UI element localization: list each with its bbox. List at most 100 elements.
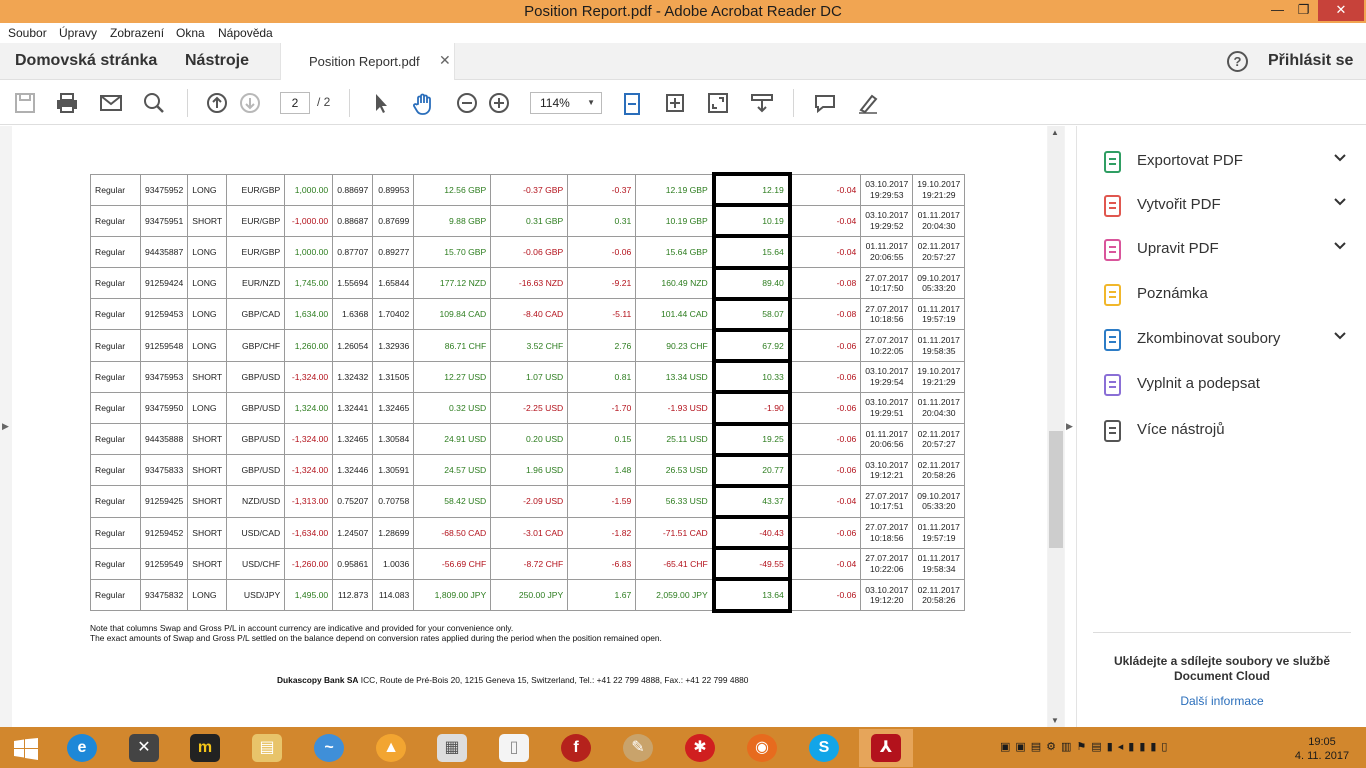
cell-amount: 1,260.00 (284, 329, 334, 362)
cell-comm: -0.06 (789, 329, 862, 362)
system-tray[interactable]: ▣▣▤⚙▥⚑▤▮◂▮▮▮▯ (1000, 740, 1172, 753)
taskbar-app11[interactable]: ✱ (673, 729, 727, 767)
tools-panel: Exportovat PDF Vytvořit PDF Upravit PDF Poz… (1076, 126, 1366, 727)
taskbar-app5[interactable]: ~ (302, 729, 356, 767)
taskbar-calculator[interactable]: ▦ (425, 729, 479, 767)
comment-tool-icon[interactable] (814, 92, 836, 114)
save-icon[interactable] (14, 92, 36, 114)
menu-napoveda[interactable]: Nápověda (218, 26, 273, 40)
scroll-down-icon[interactable]: ▼ (1051, 716, 1059, 725)
taskbar-clock[interactable]: 19:05 4. 11. 2017 (1292, 735, 1352, 763)
cell-comm: -0.06 (789, 391, 862, 425)
chevron-down-icon[interactable] (1333, 239, 1347, 256)
cell-swap: 3.52 CHF (490, 329, 569, 362)
tab-tools[interactable]: Nástroje (185, 52, 249, 70)
taskbar-skype[interactable]: S (797, 729, 851, 767)
collapse-right-panel-icon[interactable]: ▶ (1066, 421, 1073, 432)
minimize-button[interactable]: — (1264, 0, 1291, 21)
tool-item-vytvořit-pdf[interactable]: Vytvořit PDF (1101, 193, 1351, 219)
tool-item-vyplnit-a-podepsat[interactable]: Vyplnit a podepsat (1101, 372, 1351, 398)
tool-item-poznámka[interactable]: Poznámka (1101, 282, 1351, 308)
page-up-icon[interactable] (206, 92, 228, 114)
menu-soubor[interactable]: Soubor (8, 26, 47, 40)
cell-open: 0.95861 (332, 547, 374, 580)
cell-time: 20:06:55 (870, 251, 904, 262)
taskbar-app9[interactable]: f (549, 729, 603, 767)
cell-close-date: 09.10.2017 05:33:20 (912, 485, 966, 518)
tab-document[interactable]: Position Report.pdf ✕ (280, 43, 455, 80)
cell-time: 19:21:29 (922, 376, 956, 387)
page-down-icon[interactable] (239, 92, 261, 114)
search-icon[interactable] (143, 92, 165, 114)
select-cursor-icon[interactable] (370, 92, 392, 114)
cell-open-date: 03.10.2017 19:12:20 (860, 578, 914, 612)
taskbar-explorer[interactable]: ▤ (240, 729, 294, 767)
menu-bar: Soubor Úpravy Zobrazení Okna Nápověda (0, 23, 1366, 43)
chevron-down-icon[interactable] (1333, 195, 1347, 212)
cell-open-date: 27.07.2017 10:17:50 (860, 267, 914, 300)
zoom-in-icon[interactable] (488, 92, 510, 114)
taskbar-ie[interactable]: e (55, 729, 109, 767)
position-table: Regular 93475952 LONG EUR/GBP 1,000.00 0.8869… (90, 171, 966, 613)
signin-link[interactable]: Přihlásit se (1268, 52, 1353, 70)
menu-upravy[interactable]: Úpravy (59, 26, 97, 40)
zoom-select[interactable]: 114% ▼ (530, 92, 602, 114)
zoom-out-icon[interactable] (456, 92, 478, 114)
cell-open: 1.32465 (332, 422, 374, 456)
cell-side: SHORT (187, 422, 228, 456)
email-icon[interactable] (100, 92, 122, 114)
cell-close-date: 09.10.2017 05:33:20 (912, 267, 966, 300)
cell-amount: 1,634.00 (284, 298, 334, 331)
taskbar-firefox[interactable]: ◉ (735, 729, 789, 767)
scroll-mode-icon[interactable] (751, 92, 773, 114)
document-viewport[interactable]: Regular 93475952 LONG EUR/GBP 1,000.00 0.8869… (0, 126, 1065, 727)
tool-item-exportovat-pdf[interactable]: Exportovat PDF (1101, 149, 1351, 175)
taskbar-app6[interactable]: ▲ (364, 729, 418, 767)
taskbar-app3[interactable]: m (178, 729, 232, 767)
cell-side: SHORT (187, 454, 228, 487)
maximize-button[interactable]: ❐ (1290, 0, 1317, 21)
cell-date: 02.11.2017 (917, 241, 960, 252)
cell-pair: USD/CHF (226, 547, 286, 580)
taskbar-app2[interactable]: ✕ (117, 729, 171, 767)
page-number-input[interactable]: 2 (280, 92, 310, 114)
menu-okna[interactable]: Okna (176, 26, 205, 40)
tool-item-upravit-pdf[interactable]: Upravit PDF (1101, 237, 1351, 263)
scroll-up-icon[interactable]: ▲ (1051, 128, 1059, 137)
scrollbar-thumb[interactable] (1049, 431, 1063, 548)
cell-net-acc: 12.19 (711, 171, 792, 208)
close-button[interactable]: ✕ (1318, 0, 1364, 21)
menu-zobrazeni[interactable]: Zobrazení (110, 26, 164, 40)
tool-item-zkombinovat-soubory[interactable]: Zkombinovat soubory (1101, 327, 1351, 353)
chevron-down-icon[interactable] (1333, 329, 1347, 346)
hand-tool-icon[interactable] (412, 92, 434, 115)
cell-close: 1.28699 (372, 516, 415, 549)
taskbar-notepad[interactable]: ▯ (487, 729, 541, 767)
cell-id: 91259452 (139, 516, 189, 549)
collapse-left-panel-icon[interactable]: ▶ (2, 421, 9, 432)
tool-label: Upravit PDF (1137, 240, 1219, 257)
help-icon[interactable]: ? (1227, 51, 1248, 72)
tool-item-více-nástrojů[interactable]: Více nástrojů (1101, 418, 1351, 444)
close-tab-icon[interactable]: ✕ (439, 52, 451, 69)
comment-icon (1101, 283, 1125, 307)
start-button[interactable] (0, 729, 54, 767)
taskbar-app10[interactable]: ✎ (611, 729, 665, 767)
taskbar-acrobat[interactable]: ⅄ (859, 729, 913, 767)
cell-date: 01.11.2017 (917, 210, 960, 221)
rotate-view-icon[interactable] (664, 92, 686, 114)
chevron-down-icon[interactable] (1333, 151, 1347, 168)
table-row: Regular 91259549 SHORT USD/CHF -1,260.00 0.95… (90, 546, 966, 582)
fit-page-icon[interactable] (621, 92, 643, 115)
vertical-scrollbar[interactable]: ▲ ▼ (1048, 126, 1064, 727)
tab-home[interactable]: Domovská stránka (15, 52, 157, 70)
cell-gross: 0.32 USD (413, 391, 492, 425)
zoom-value: 114% (540, 96, 570, 110)
footer-address: ICC, Route de Pré-Bois 20, 1215 Geneva 1… (358, 675, 749, 685)
cell-date: 27.07.2017 (865, 272, 909, 283)
full-screen-icon[interactable] (707, 92, 729, 114)
highlight-pen-icon[interactable] (857, 92, 879, 114)
cell-time: 20:06:56 (870, 439, 904, 450)
more-info-link[interactable]: Další informace (1097, 694, 1347, 708)
print-icon[interactable] (56, 92, 78, 114)
